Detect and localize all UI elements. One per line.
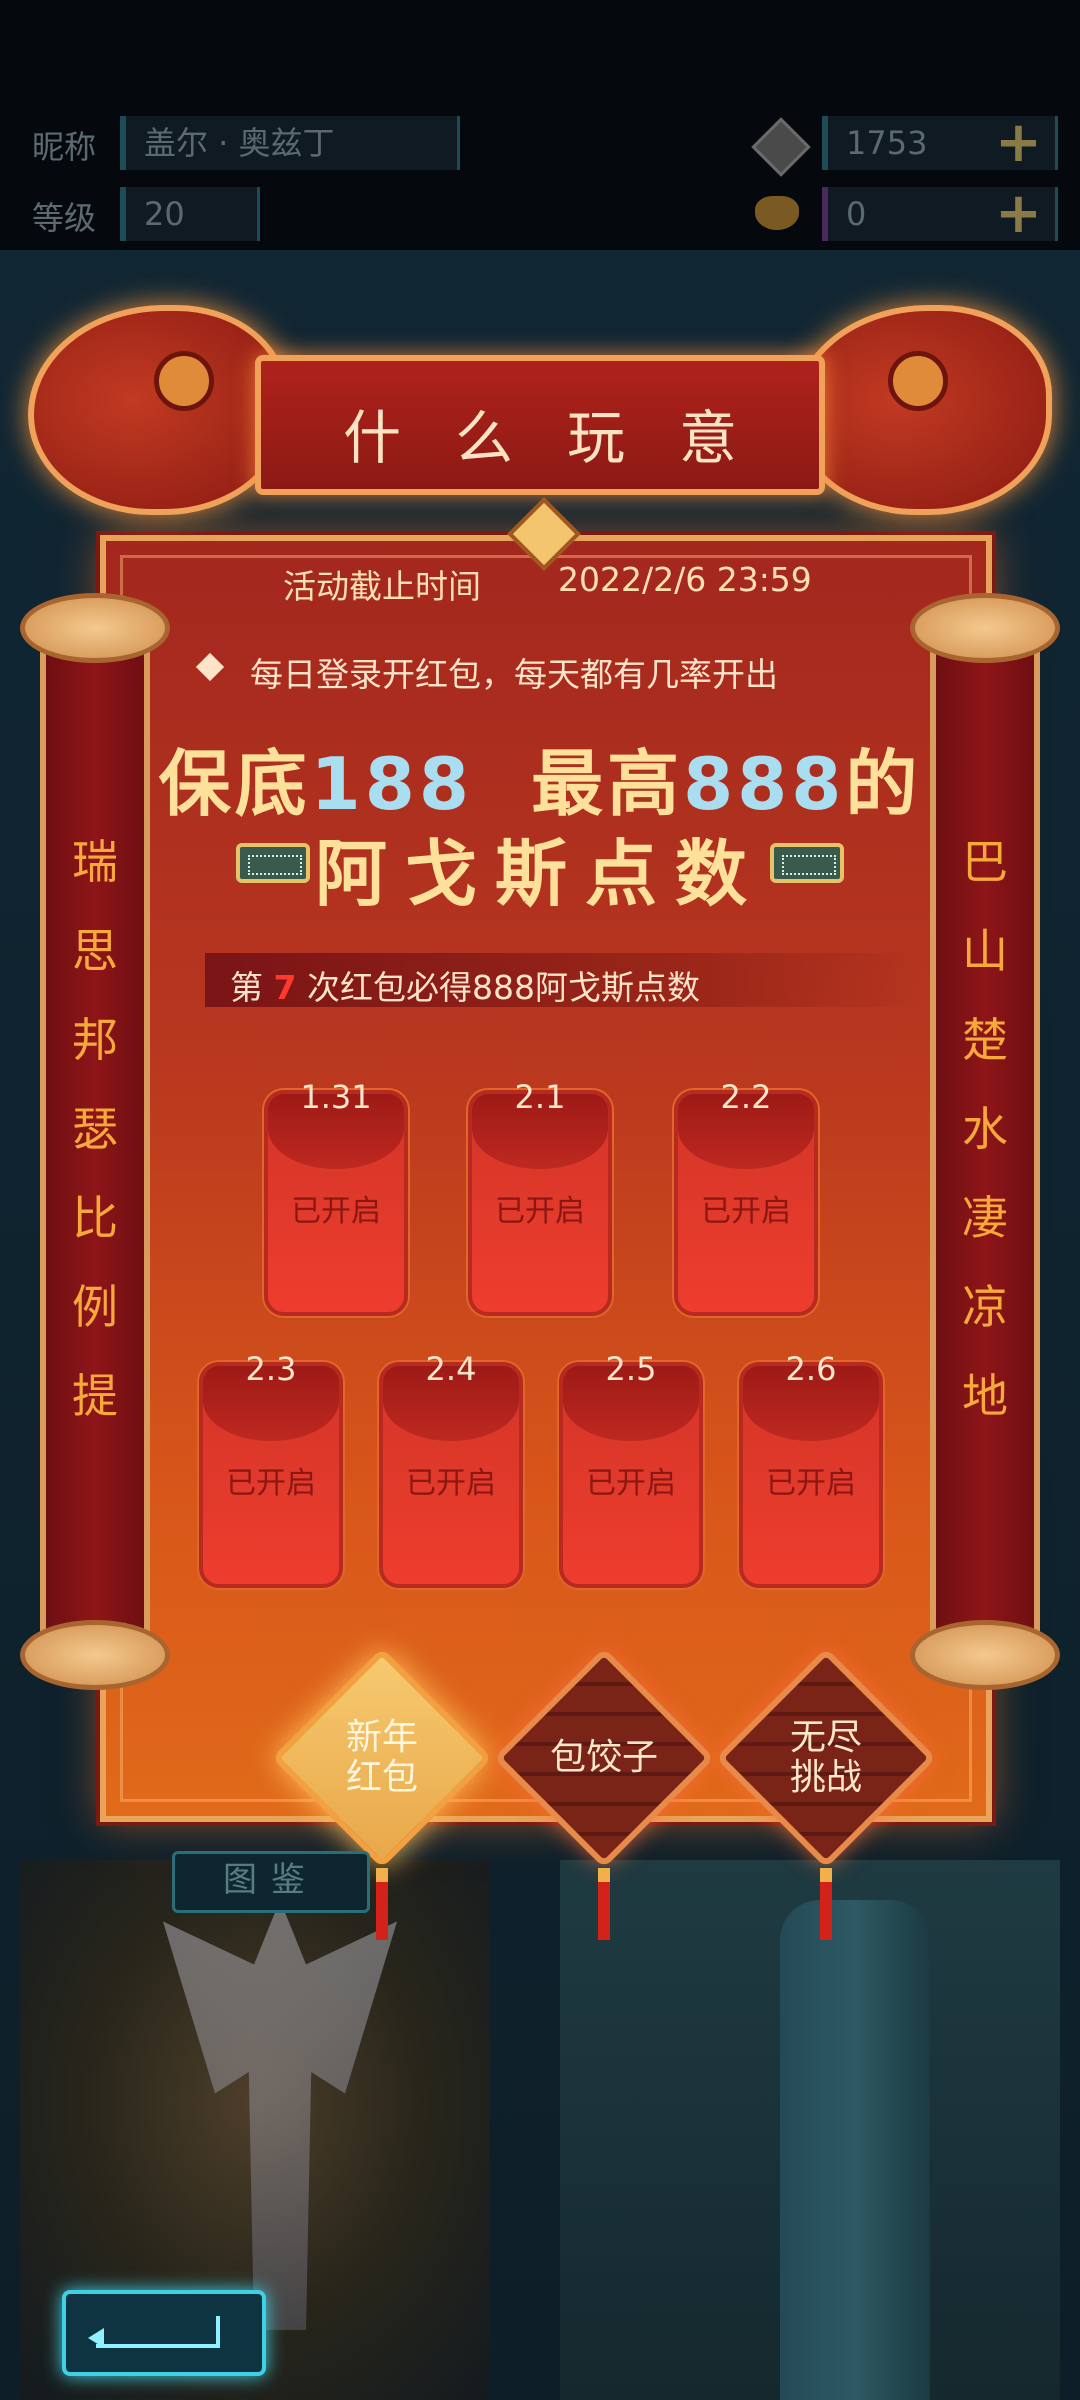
tassel-decoration	[820, 1868, 832, 1940]
scroll-char: 凄	[962, 1191, 1008, 1245]
scroll-char: 例	[72, 1280, 118, 1334]
scroll-char: 瑞	[72, 835, 118, 889]
red-envelope[interactable]: 2.2 已开启	[674, 1078, 818, 1316]
counter-number: 7	[273, 968, 297, 1007]
level-label: 等级	[32, 199, 97, 237]
envelope-date: 2.3	[245, 1350, 297, 1388]
scroll-char: 水	[962, 1102, 1008, 1156]
left-fish-ornament	[28, 305, 288, 515]
envelope-status: 已开启	[226, 1466, 316, 1501]
tassel-decoration	[598, 1868, 610, 1940]
envelope-status: 已开启	[701, 1194, 791, 1229]
scroll-char: 凉	[962, 1280, 1008, 1334]
title-banner: 什么玩意	[255, 355, 825, 495]
rule-text: 每日登录开红包，每天都有几率开出	[250, 655, 778, 694]
back-button[interactable]	[62, 2290, 266, 2376]
tab-label: 包饺子	[549, 1737, 658, 1778]
scroll-cap	[910, 1620, 1060, 1690]
ticket-icon	[770, 843, 844, 883]
red-envelope[interactable]: 2.6 已开启	[739, 1350, 883, 1588]
event-title: 什么玩意	[342, 404, 791, 472]
red-envelope[interactable]: 2.1 已开启	[468, 1078, 612, 1316]
tassel-decoration	[376, 1868, 388, 1940]
envelope-date: 2.2	[720, 1078, 772, 1116]
right-fish-ornament	[792, 305, 1052, 515]
gallery-button[interactable]: 图鉴	[172, 1851, 370, 1913]
cat-coin-icon	[755, 196, 799, 230]
scroll-char: 楚	[962, 1013, 1008, 1067]
envelope-status: 已开启	[766, 1466, 856, 1501]
envelope-date: 2.5	[605, 1350, 657, 1388]
scroll-cap	[20, 593, 170, 663]
envelope-date: 1.31	[300, 1078, 372, 1116]
nickname-field[interactable]: 盖尔 · 奥兹丁	[120, 116, 460, 170]
envelope-date: 2.4	[425, 1350, 477, 1388]
deadline-value: 2022/2/6 23:59	[558, 560, 812, 599]
headline-line2: 阿戈斯点数	[314, 832, 765, 916]
nickname-label: 昵称	[32, 128, 97, 166]
envelope-status: 已开启	[495, 1194, 585, 1229]
add-currency1-button[interactable]: +	[995, 115, 1042, 171]
scroll-cap	[910, 593, 1060, 663]
scroll-char: 巴	[962, 835, 1008, 889]
tab-label: 无尽 挑战	[789, 1717, 862, 1798]
red-envelope[interactable]: 2.5 已开启	[559, 1350, 703, 1588]
envelope-status: 已开启	[586, 1466, 676, 1501]
scroll-cap	[20, 1620, 170, 1690]
back-arrow-icon	[96, 2316, 220, 2348]
scroll-char: 瑟	[72, 1102, 118, 1156]
scroll-char: 提	[72, 1369, 118, 1423]
envelope-date: 2.6	[785, 1350, 837, 1388]
envelope-status: 已开启	[406, 1466, 496, 1501]
red-envelope[interactable]: 1.31 已开启	[264, 1078, 408, 1316]
scroll-char: 山	[962, 924, 1008, 978]
scroll-char: 邦	[72, 1013, 118, 1067]
tree-trunk	[780, 1900, 930, 2400]
level-field: 20	[120, 187, 260, 241]
add-currency2-button[interactable]: +	[995, 186, 1042, 242]
guarantee-counter: 第 7 次红包必得888阿戈斯点数	[205, 953, 925, 1007]
scroll-char: 思	[72, 924, 118, 978]
envelope-date: 2.1	[514, 1078, 566, 1116]
scroll-char: 比	[72, 1191, 118, 1245]
red-envelope[interactable]: 2.3 已开启	[199, 1350, 343, 1588]
envelope-status: 已开启	[291, 1194, 381, 1229]
scroll-char: 地	[962, 1369, 1008, 1423]
tab-label: 新年 红包	[345, 1717, 418, 1798]
deadline-label: 活动截止时间	[283, 567, 481, 606]
red-envelope[interactable]: 2.4 已开启	[379, 1350, 523, 1588]
